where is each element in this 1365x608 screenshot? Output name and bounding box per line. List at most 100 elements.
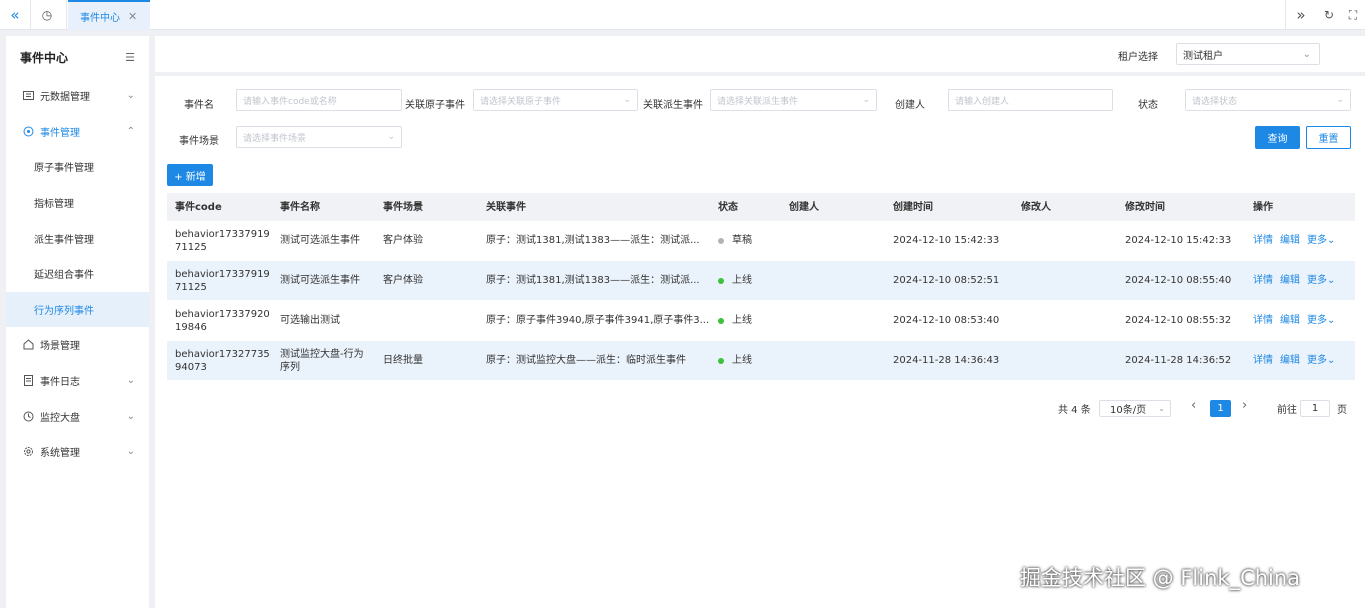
page-number-current[interactable]: 1: [1210, 400, 1231, 417]
fullscreen-icon[interactable]: ⛶: [1338, 0, 1365, 30]
cell-created: 2024-12-10 08:53:40: [893, 315, 1000, 326]
prev-page-icon[interactable]: ‹: [1191, 398, 1196, 413]
tab-label: 事件中心: [80, 12, 120, 24]
cell-created: 2024-12-10 15:42:33: [893, 235, 1000, 246]
derived-event-select[interactable]: 请选择关联派生事件 ⌄: [710, 89, 877, 111]
goto-page-input[interactable]: 1: [1300, 400, 1330, 417]
cell-code-line: behavior17337919: [175, 228, 270, 240]
detail-link[interactable]: 详情: [1253, 274, 1273, 287]
cell-code-line: 94073: [175, 361, 207, 373]
sidebar-header: 事件中心 ☰: [6, 36, 149, 78]
edit-link[interactable]: 编辑: [1280, 354, 1300, 367]
cell-name: 测试可选派生事件: [280, 261, 360, 300]
expand-tabs-icon[interactable]: »: [1286, 0, 1316, 30]
log-icon: [22, 375, 34, 387]
sidebar-subitem-metrics[interactable]: 指标管理: [6, 185, 149, 221]
status-text: 上线: [732, 275, 752, 286]
dashboard-icon[interactable]: ◷: [32, 0, 62, 30]
status-text: 上线: [732, 355, 752, 366]
table-header: 事件code 事件名称 事件场景 关联事件 状态 创建人 创建时间 修改人 修改…: [167, 193, 1355, 221]
event-name-input[interactable]: 请输入事件code或名称: [236, 89, 402, 111]
collapse-sidebar-icon[interactable]: «: [0, 0, 30, 30]
cell-scene: 客户体验: [383, 235, 423, 246]
edit-link[interactable]: 编辑: [1280, 234, 1300, 247]
cell-actions: 详情 编辑 更多⌄: [1253, 341, 1342, 380]
sidebar-item-event-management[interactable]: 事件管理 ⌃: [6, 114, 149, 150]
sidebar-item-log[interactable]: 事件日志 ⌄: [6, 363, 149, 399]
col-header-modifier: 修改人: [1021, 201, 1051, 213]
more-link[interactable]: 更多⌄: [1307, 314, 1335, 327]
sidebar-subitem-atomic[interactable]: 原子事件管理: [6, 149, 149, 185]
cell-created: 2024-11-28 14:36:43: [893, 355, 1000, 366]
detail-link[interactable]: 详情: [1253, 354, 1273, 367]
sidebar-item-label: 事件日志: [40, 377, 80, 389]
status-dot-icon: [718, 317, 724, 324]
sidebar-item-monitor[interactable]: 监控大盘 ⌄: [6, 398, 149, 434]
cell-related: 原子：测试1381,测试1383——派生：测试派...: [486, 275, 700, 286]
status-select[interactable]: 请选择状态 ⌄: [1185, 89, 1351, 111]
metadata-icon: [22, 90, 34, 102]
event-icon: [22, 125, 34, 137]
sidebar-item-label: 监控大盘: [40, 412, 80, 424]
status-label: 状态: [1138, 100, 1158, 111]
cell-status: 上线: [718, 261, 752, 300]
goto-suffix: 页: [1337, 405, 1347, 416]
more-link[interactable]: 更多⌄: [1307, 274, 1335, 287]
cell-code-line: behavior17327735: [175, 348, 270, 360]
tab-divider: [66, 0, 67, 30]
sidebar-item-scene[interactable]: 场景管理: [6, 327, 149, 363]
cell-modified: 2024-12-10 08:55:32: [1125, 315, 1232, 326]
cell-modified: 2024-12-10 08:55:40: [1125, 275, 1232, 286]
more-link[interactable]: 更多⌄: [1307, 354, 1335, 367]
cell-actions: 详情 编辑 更多⌄: [1253, 261, 1342, 300]
sidebar-item-system[interactable]: 系统管理 ⌄: [6, 434, 149, 470]
chevron-down-icon: ⌄: [387, 132, 395, 142]
add-button[interactable]: + 新增: [167, 164, 213, 186]
cell-name: 可选输出测试: [280, 301, 340, 340]
event-name-label: 事件名: [184, 100, 214, 111]
cell-code-line: 71125: [175, 281, 207, 293]
atomic-event-select[interactable]: 请选择关联原子事件 ⌄: [473, 89, 638, 111]
table-row: behavior17337919 71125 测试可选派生事件 客户体验 原子：测试13…: [167, 221, 1355, 261]
sidebar-subitem-derived[interactable]: 派生事件管理: [6, 220, 149, 256]
detail-link[interactable]: 详情: [1253, 314, 1273, 327]
menu-icon[interactable]: ☰: [125, 51, 135, 64]
cell-name-line: 测试监控大盘-行为: [280, 348, 364, 360]
next-page-icon[interactable]: ›: [1242, 398, 1247, 413]
col-header-created: 创建时间: [893, 201, 933, 213]
chevron-up-icon: ⌃: [126, 125, 135, 137]
page-size-value: 10条/页: [1110, 405, 1147, 416]
cell-related: 原子：测试监控大盘——派生：临时派生事件: [486, 355, 686, 366]
query-button[interactable]: 查询: [1255, 126, 1300, 149]
clock-icon: [22, 410, 34, 422]
edit-link[interactable]: 编辑: [1280, 274, 1300, 287]
col-header-modified: 修改时间: [1125, 201, 1165, 213]
gear-icon: [22, 446, 34, 458]
sidebar-subitem-behavior-sequence[interactable]: 行为序列事件: [6, 291, 149, 328]
cell-status: 上线: [718, 341, 752, 380]
tenant-select[interactable]: 测试租户 ⌄: [1176, 43, 1320, 65]
page-size-select[interactable]: 10条/页 ⌄: [1099, 400, 1171, 417]
more-link[interactable]: 更多⌄: [1307, 234, 1335, 247]
tab-event-center[interactable]: 事件中心 ✕: [68, 0, 150, 30]
derived-event-placeholder: 请选择关联派生事件: [717, 96, 799, 107]
goto-prefix: 前往: [1277, 405, 1297, 416]
chevron-down-icon: ⌄: [1302, 48, 1311, 60]
derived-event-label: 关联派生事件: [643, 100, 703, 111]
sidebar-item-metadata[interactable]: 元数据管理 ⌄: [6, 78, 149, 114]
col-header-related: 关联事件: [486, 201, 526, 213]
close-icon[interactable]: ✕: [128, 10, 137, 23]
reset-button[interactable]: 重置: [1306, 126, 1351, 149]
edit-link[interactable]: 编辑: [1280, 314, 1300, 327]
cell-name-line: 测试可选派生事件: [280, 235, 360, 246]
col-header-creator: 创建人: [789, 201, 819, 213]
scene-select[interactable]: 请选择事件场景 ⌄: [236, 126, 402, 148]
creator-input[interactable]: 请输入创建人: [948, 89, 1113, 111]
scene-label: 事件场景: [179, 136, 219, 147]
sidebar: 事件中心 ☰ 元数据管理 ⌄ 事件管理 ⌃ 原子事件管理 指标管理 派生事件管理…: [6, 36, 149, 608]
detail-link[interactable]: 详情: [1253, 234, 1273, 247]
status-placeholder: 请选择状态: [1192, 96, 1238, 107]
sidebar-subitem-delayed[interactable]: 延迟组合事件: [6, 256, 149, 292]
cell-code: behavior17337920 19846: [175, 301, 270, 340]
tab-bar: « ◷ 事件中心 ✕ » ↻ ⛶: [0, 0, 1365, 30]
